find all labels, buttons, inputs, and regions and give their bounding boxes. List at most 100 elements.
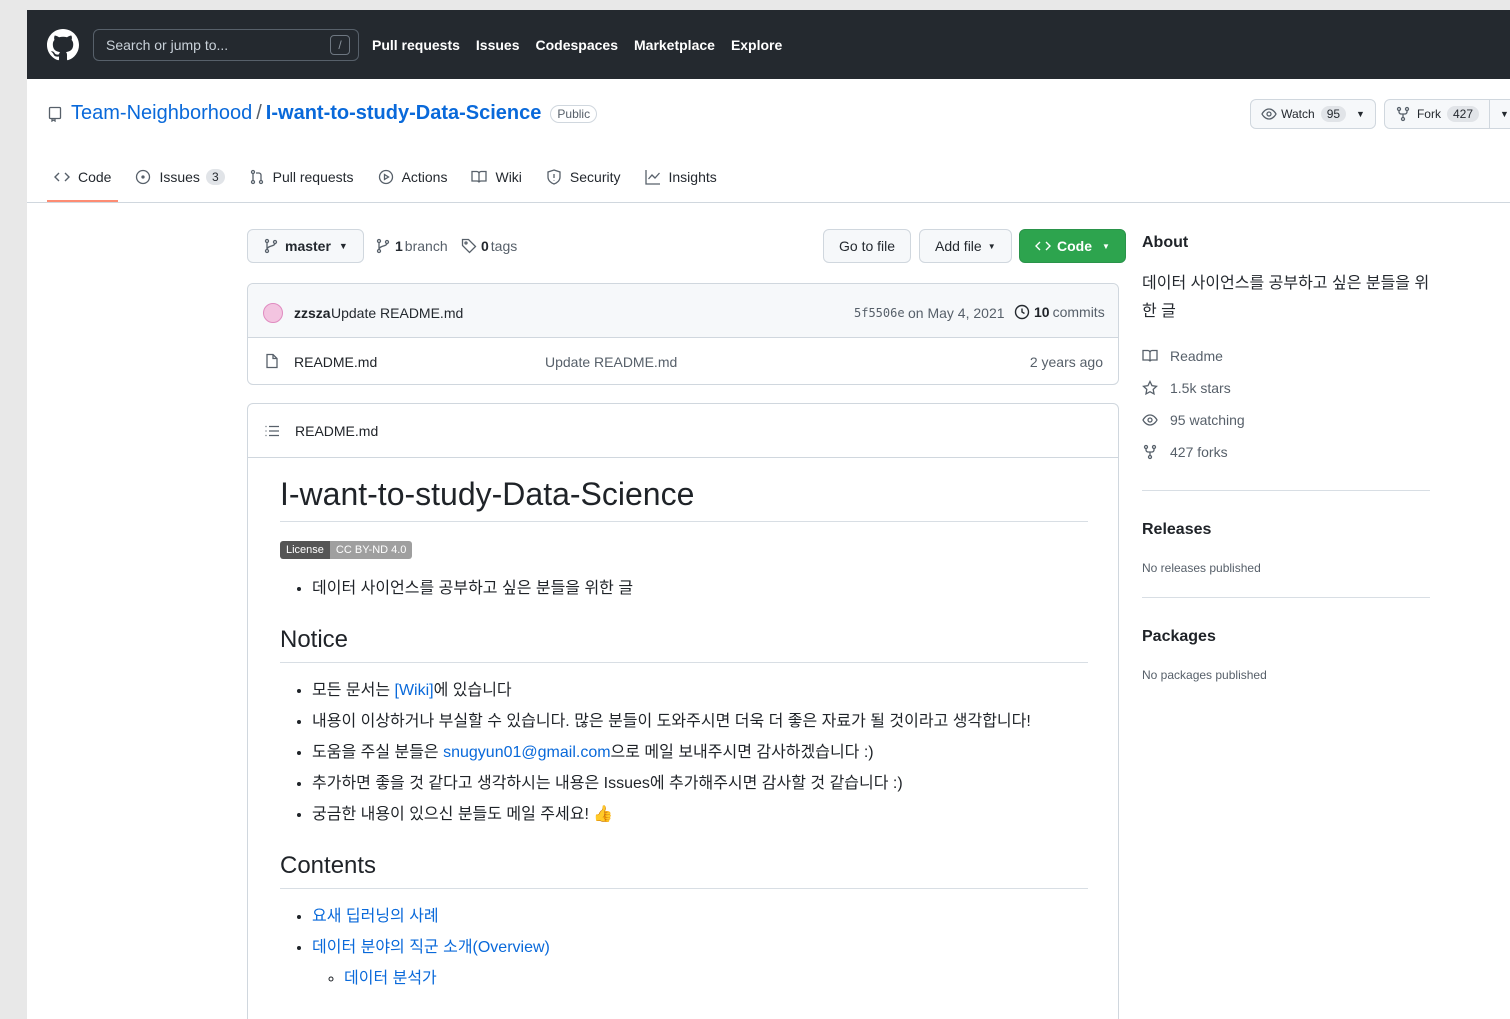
add-file-button[interactable]: Add file ▼ <box>919 229 1012 263</box>
commit-author[interactable]: zzsza <box>294 305 331 321</box>
list-icon[interactable] <box>264 423 280 439</box>
license-badge[interactable]: License CC BY-ND 4.0 <box>280 541 413 559</box>
nav-marketplace[interactable]: Marketplace <box>634 37 715 53</box>
notice-item-3: 도움을 주실 분들은 snugyun01@gmail.com으로 메일 보내주시… <box>312 737 1088 768</box>
nav-explore[interactable]: Explore <box>731 37 782 53</box>
shield-icon <box>547 169 561 185</box>
commits-link[interactable]: 10 commits <box>1014 304 1105 320</box>
history-icon <box>1014 304 1030 320</box>
eye-icon <box>1261 108 1277 120</box>
branch-label: branch <box>404 238 448 254</box>
branch-count: 1 <box>395 238 403 254</box>
branch-select-button[interactable]: master ▼ <box>247 229 364 263</box>
tab-issues[interactable]: Issues 3 <box>135 165 225 189</box>
watch-count: 95 <box>1320 106 1347 122</box>
packages-text: No packages published <box>1142 668 1267 682</box>
notice-item-3-text: 도움을 주실 분들은 <box>312 744 444 761</box>
contents-sublist: 데이터 분석가 <box>312 963 1088 994</box>
tab-security-label: Security <box>569 169 621 185</box>
intro-list: 데이터 사이언스를 공부하고 싶은 분들을 위한 글 <box>280 573 1088 604</box>
tags-link[interactable]: 0 tags <box>461 238 517 254</box>
file-row[interactable]: README.md Update README.md 2 years ago <box>248 338 1118 384</box>
github-logo-icon[interactable] <box>47 28 79 61</box>
wiki-link[interactable]: [Wiki] <box>395 682 434 699</box>
code-icon <box>54 172 70 182</box>
repo-icon <box>48 106 62 122</box>
packages-heading[interactable]: Packages <box>1142 628 1432 646</box>
license-badge-value: CC BY-ND 4.0 <box>329 541 413 559</box>
nav-pull-requests[interactable]: Pull requests <box>372 37 460 53</box>
nav-issues[interactable]: Issues <box>476 37 520 53</box>
tab-security[interactable]: Security <box>546 165 621 189</box>
releases-heading[interactable]: Releases <box>1142 521 1432 539</box>
email-link[interactable]: snugyun01@gmail.com <box>443 744 610 761</box>
tab-wiki[interactable]: Wiki <box>471 165 522 189</box>
contents-item: 요새 딥러닝의 사례 <box>312 901 1088 932</box>
eye-icon <box>1142 414 1158 426</box>
fork-button[interactable]: Fork 427 ▼ <box>1383 99 1510 129</box>
watch-button[interactable]: Watch 95 ▼ <box>1250 99 1376 129</box>
branch-name: master <box>285 238 331 254</box>
fork-count: 427 <box>1446 106 1479 122</box>
contents-subitem: 데이터 분석가 <box>344 963 1088 994</box>
search-input[interactable]: Search or jump to... / <box>93 28 359 61</box>
slash-shortcut-icon: / <box>330 34 350 55</box>
tab-code[interactable]: Code <box>54 165 111 189</box>
commit-count: 10 <box>1034 304 1050 320</box>
avatar[interactable] <box>263 303 283 323</box>
sidebar: About 데이터 사이언스를 공부하고 싶은 분들을 위한 글 Readme … <box>1142 234 1432 682</box>
branch-bar: master ▼ 1 branch 0 tags Go to file Add … <box>247 229 1126 265</box>
book-icon <box>1142 349 1158 362</box>
tag-icon <box>461 238 477 254</box>
tab-pull-requests[interactable]: Pull requests <box>249 165 354 189</box>
tag-label: tags <box>490 238 518 254</box>
file-icon <box>266 353 278 369</box>
notice-heading: Notice <box>280 626 1088 663</box>
repo-owner-link[interactable]: Team-Neighborhood <box>71 102 252 125</box>
tab-insights[interactable]: Insights <box>644 165 717 189</box>
contents-link[interactable]: 데이터 분야의 직군 소개(Overview) <box>312 939 550 956</box>
watching-link[interactable]: 95 watching <box>1142 404 1432 436</box>
repo-actions: Watch 95 ▼ Fork 427 ▼ <box>1250 99 1510 129</box>
repo-name-link[interactable]: I-want-to-study-Data-Science <box>266 102 542 125</box>
branch-icon <box>264 238 278 254</box>
about-links: Readme 1.5k stars 95 watching 427 forks <box>1142 340 1432 468</box>
contents-sublink[interactable]: 데이터 분석가 <box>344 970 437 987</box>
fork-dropdown-icon[interactable]: ▼ <box>1489 100 1510 128</box>
chevron-down-icon: ▼ <box>987 241 996 251</box>
commit-message[interactable]: Update README.md <box>331 305 463 321</box>
contents-link[interactable]: 요새 딥러닝의 사례 <box>312 908 439 925</box>
branches-link[interactable]: 1 branch <box>375 238 448 254</box>
notice-item-1: 모든 문서는 [Wiki]에 있습니다 <box>312 675 1088 706</box>
commit-label: commits <box>1052 304 1105 320</box>
issues-count: 3 <box>205 169 225 185</box>
file-age: 2 years ago <box>1029 354 1103 370</box>
browser-page: Search or jump to... / Pull requests Iss… <box>27 10 1510 1019</box>
forks-link[interactable]: 427 forks <box>1142 436 1432 468</box>
commit-date: on May 4, 2021 <box>908 305 1005 321</box>
stars-link[interactable]: 1.5k stars <box>1142 372 1432 404</box>
license-badge-label: License <box>280 541 330 559</box>
nav-codespaces[interactable]: Codespaces <box>536 37 618 53</box>
stars-label: 1.5k stars <box>1170 380 1231 396</box>
tab-actions[interactable]: Actions <box>378 165 447 189</box>
star-icon <box>1142 380 1158 396</box>
file-commit-message[interactable]: Update README.md <box>545 354 677 370</box>
releases-text: No releases published <box>1142 561 1261 575</box>
chevron-down-icon: ▼ <box>338 241 348 251</box>
tab-pull-requests-label: Pull requests <box>272 169 354 185</box>
contents-heading: Contents <box>280 852 1088 889</box>
readme-link[interactable]: Readme <box>1142 340 1432 372</box>
code-button[interactable]: Code ▼ <box>1019 229 1126 263</box>
global-header: Search or jump to... / Pull requests Iss… <box>27 10 1510 79</box>
tag-count: 0 <box>481 238 489 254</box>
readme-title: I-want-to-study-Data-Science <box>280 476 1088 522</box>
tab-wiki-label: Wiki <box>495 169 522 185</box>
search-placeholder: Search or jump to... <box>106 36 229 53</box>
go-to-file-button[interactable]: Go to file <box>823 229 912 263</box>
file-name[interactable]: README.md <box>294 354 377 370</box>
repo-title: Team-Neighborhood / I-want-to-study-Data… <box>47 102 598 125</box>
commit-sha[interactable]: 5f5506e <box>854 306 905 320</box>
play-icon <box>378 169 393 185</box>
issue-icon <box>136 169 151 185</box>
